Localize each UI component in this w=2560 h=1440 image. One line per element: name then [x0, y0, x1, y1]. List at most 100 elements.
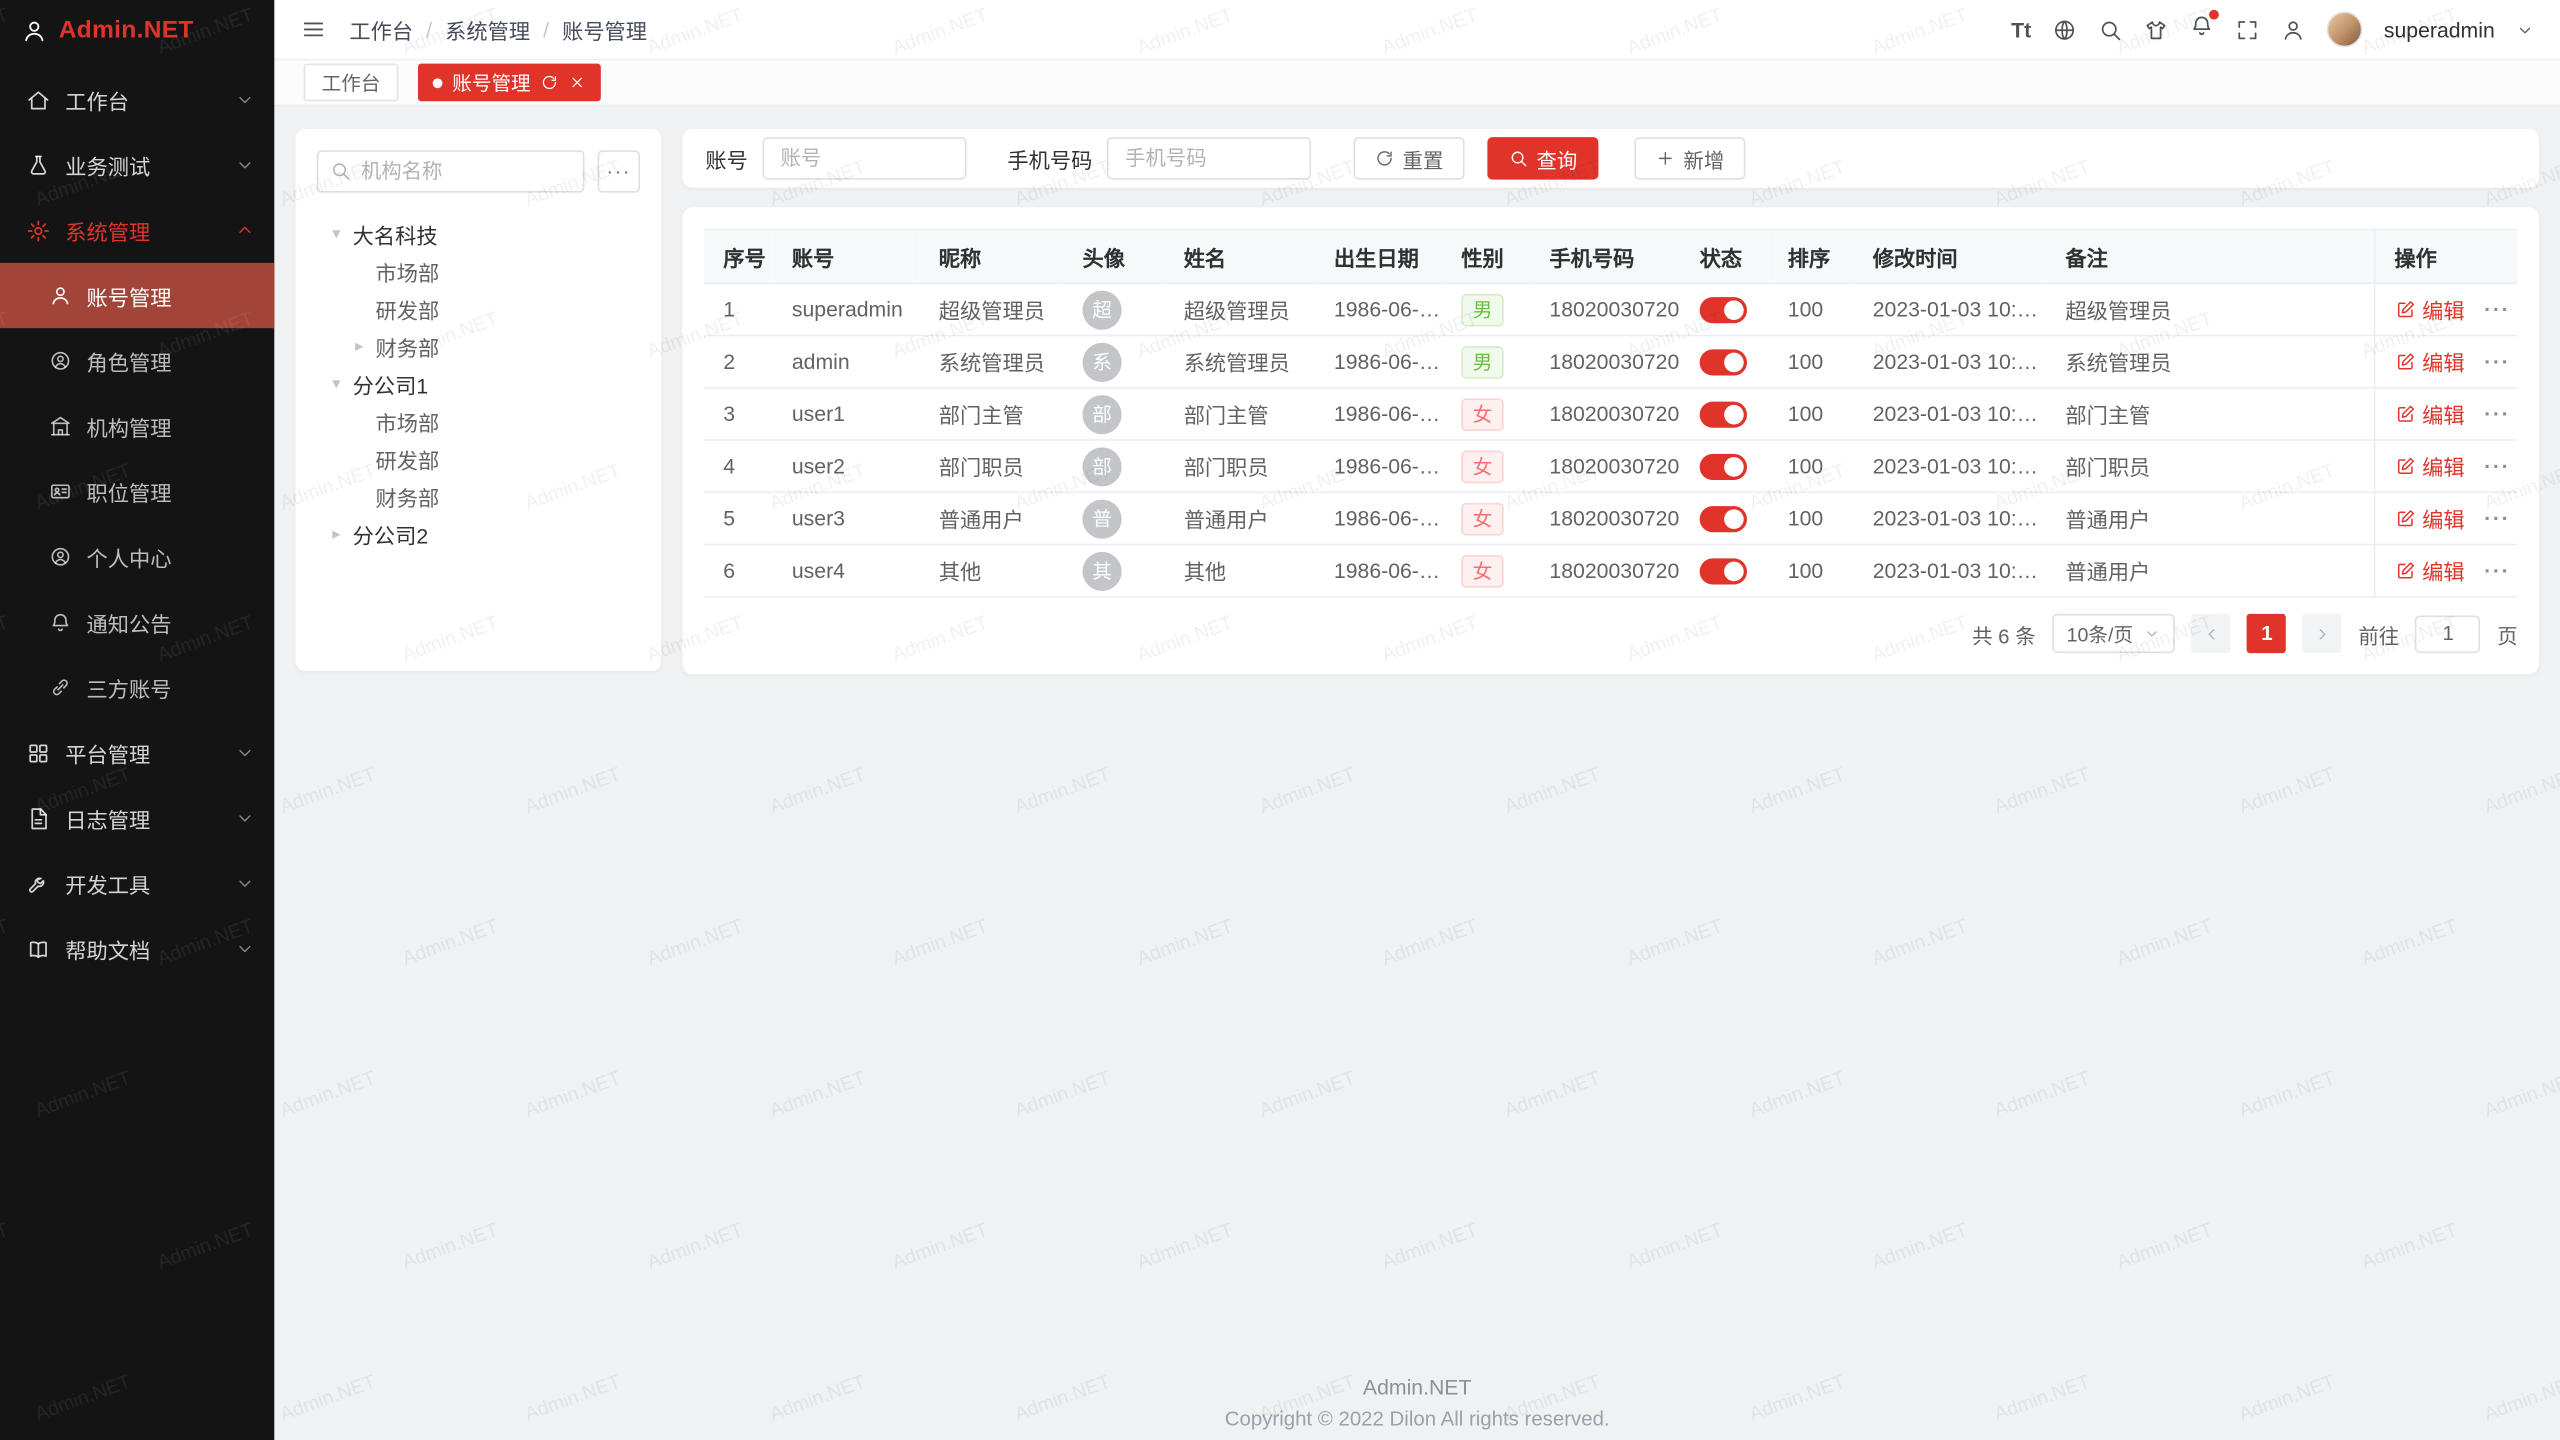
- tree-node-label: 市场部: [376, 256, 440, 287]
- menu-collapse-icon[interactable]: [300, 16, 326, 42]
- cell-name: 系统管理员: [1164, 336, 1314, 388]
- cell-avatar: 其: [1063, 545, 1164, 597]
- sidebar-item-log-management[interactable]: 日志管理: [0, 785, 274, 850]
- edit-button[interactable]: 编辑: [2394, 294, 2464, 325]
- tree-node[interactable]: 财务部: [317, 478, 640, 516]
- tab-close-icon[interactable]: [568, 73, 586, 91]
- cell-remark: 普通用户: [2046, 492, 2374, 544]
- status-toggle[interactable]: [1700, 297, 1747, 323]
- tree-node[interactable]: ▸分公司2: [317, 516, 640, 554]
- caret-icon: ▸: [349, 338, 369, 356]
- page-button-1[interactable]: 1: [2247, 614, 2286, 653]
- cell-index: 3: [704, 388, 773, 440]
- query-bar: 账号 手机号码 重置 查询 新增: [682, 129, 2538, 188]
- chevron-down-icon: [235, 743, 255, 763]
- notification-bell-icon[interactable]: [2190, 13, 2214, 46]
- tab-refresh-icon[interactable]: [540, 73, 558, 91]
- cell-index: 4: [704, 440, 773, 492]
- cell-modified: 2023-01-03 10:59:44: [1853, 388, 2046, 440]
- active-tab-dot: [433, 78, 443, 88]
- profile-icon: [49, 545, 72, 568]
- profile-icon[interactable]: [2281, 17, 2305, 41]
- app-logo[interactable]: Admin.NET: [0, 0, 274, 60]
- tree-node[interactable]: 研发部: [317, 291, 640, 329]
- account-input[interactable]: [762, 137, 966, 179]
- tab-account-management[interactable]: 账号管理: [418, 64, 601, 102]
- tree-node[interactable]: 研发部: [317, 441, 640, 479]
- status-toggle[interactable]: [1700, 349, 1747, 375]
- avatar: 超: [1082, 290, 1121, 329]
- theme-icon[interactable]: [2144, 17, 2168, 41]
- edit-button[interactable]: 编辑: [2394, 555, 2464, 586]
- column-header: 操作: [2374, 229, 2518, 283]
- user-menu-chevron-icon[interactable]: [2516, 20, 2534, 38]
- caret-icon: ▸: [327, 526, 347, 544]
- breadcrumb-item[interactable]: 系统管理: [445, 14, 530, 45]
- sidebar-item-account-management[interactable]: 账号管理: [0, 263, 274, 328]
- table-row: 5user3普通用户普普通用户1986-06-28女18020030720100…: [704, 492, 2518, 544]
- phone-input[interactable]: [1107, 137, 1311, 179]
- sidebar-item-third-party-account[interactable]: 三方账号: [0, 655, 274, 720]
- edit-button[interactable]: 编辑: [2394, 346, 2464, 377]
- status-toggle[interactable]: [1700, 506, 1747, 532]
- tools-icon: [26, 871, 50, 895]
- cell-birthdate: 1986-06-28: [1314, 492, 1441, 544]
- column-header: 修改时间: [1853, 229, 2046, 283]
- cell-account: user4: [772, 545, 919, 597]
- sidebar-item-role-management[interactable]: 角色管理: [0, 328, 274, 393]
- tree-node[interactable]: ▸财务部: [317, 328, 640, 366]
- org-more-button[interactable]: ···: [598, 150, 640, 192]
- goto-page-input[interactable]: [2416, 615, 2481, 653]
- sidebar-item-help-docs[interactable]: 帮助文档: [0, 916, 274, 981]
- sidebar-item-personal-center[interactable]: 个人中心: [0, 524, 274, 589]
- row-more-button[interactable]: ···: [2484, 297, 2510, 321]
- page-size-select[interactable]: 10条/页: [2052, 614, 2176, 653]
- search-button[interactable]: 查询: [1487, 137, 1598, 179]
- sidebar-item-label: 平台管理: [65, 737, 220, 768]
- row-more-button[interactable]: ···: [2484, 454, 2510, 478]
- sidebar-item-dev-tools[interactable]: 开发工具: [0, 851, 274, 916]
- sidebar-item-notification[interactable]: 通知公告: [0, 589, 274, 654]
- fullscreen-icon[interactable]: [2235, 17, 2259, 41]
- sidebar-item-workbench[interactable]: 工作台: [0, 67, 274, 132]
- next-page-button[interactable]: [2303, 614, 2342, 653]
- cell-gender: 女: [1442, 492, 1530, 544]
- column-header: 头像: [1063, 229, 1164, 283]
- sidebar-item-position-management[interactable]: 职位管理: [0, 459, 274, 524]
- sidebar-item-organization-management[interactable]: 机构管理: [0, 393, 274, 458]
- gender-tag: 女: [1461, 450, 1503, 483]
- search-icon[interactable]: [2098, 17, 2122, 41]
- tree-node[interactable]: ▾大名科技: [317, 216, 640, 254]
- edit-button[interactable]: 编辑: [2394, 503, 2464, 534]
- row-more-button[interactable]: ···: [2484, 349, 2510, 373]
- sidebar-item-business-test[interactable]: 业务测试: [0, 132, 274, 197]
- tree-node[interactable]: ▾分公司1: [317, 366, 640, 404]
- cell-account: user1: [772, 388, 919, 440]
- edit-button[interactable]: 编辑: [2394, 398, 2464, 429]
- header-actions: Tt superadmin: [2011, 11, 2534, 47]
- tree-node[interactable]: 市场部: [317, 253, 640, 291]
- edit-button[interactable]: 编辑: [2394, 451, 2464, 482]
- cell-avatar: 部: [1063, 388, 1164, 440]
- font-size-icon[interactable]: Tt: [2011, 17, 2031, 41]
- status-toggle[interactable]: [1700, 454, 1747, 480]
- row-more-button[interactable]: ···: [2484, 558, 2510, 582]
- sidebar-item-system-management[interactable]: 系统管理: [0, 198, 274, 263]
- status-toggle[interactable]: [1700, 558, 1747, 584]
- sidebar-item-platform-management[interactable]: 平台管理: [0, 720, 274, 785]
- tab-workbench[interactable]: 工作台: [304, 64, 399, 102]
- prev-page-button[interactable]: [2192, 614, 2231, 653]
- cell-name: 部门主管: [1164, 388, 1314, 440]
- breadcrumb-item[interactable]: 工作台: [349, 14, 413, 45]
- add-button[interactable]: 新增: [1634, 137, 1745, 179]
- row-more-button[interactable]: ···: [2484, 506, 2510, 530]
- username[interactable]: superadmin: [2384, 17, 2495, 41]
- tree-node[interactable]: 市场部: [317, 403, 640, 441]
- reset-button[interactable]: 重置: [1354, 137, 1465, 179]
- org-search-input[interactable]: [317, 150, 585, 192]
- user-avatar[interactable]: [2327, 11, 2363, 47]
- status-toggle[interactable]: [1700, 401, 1747, 427]
- tab-label: 工作台: [322, 69, 381, 97]
- row-more-button[interactable]: ···: [2484, 402, 2510, 426]
- language-icon[interactable]: [2052, 17, 2076, 41]
